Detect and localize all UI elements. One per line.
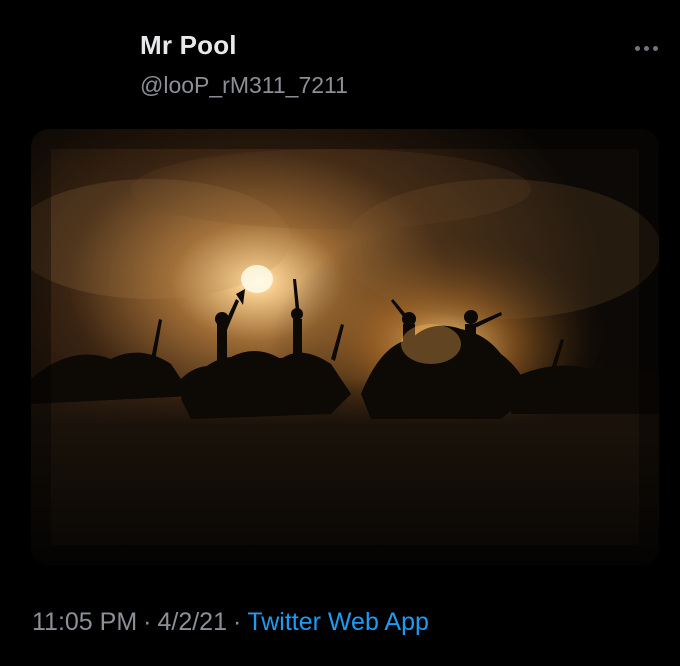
tweet-photo[interactable]: [31, 129, 659, 565]
meta-separator: ·: [143, 608, 152, 636]
author-handle[interactable]: @looP_rM311_7211: [140, 72, 348, 99]
author-name[interactable]: Mr Pool: [140, 30, 237, 61]
battle-silhouettes-image: [31, 129, 659, 565]
tweet-source-link[interactable]: Twitter Web App: [247, 608, 429, 636]
tweet-meta: 11:05 PM · 4/2/21 · Twitter Web App: [32, 608, 429, 637]
more-options-icon[interactable]: [628, 38, 664, 58]
tweet-date[interactable]: 4/2/21: [157, 608, 227, 636]
meta-separator: ·: [233, 608, 242, 636]
tweet-time[interactable]: 11:05 PM: [32, 608, 137, 636]
tweet: Mr Pool @looP_rM311_7211 11:05 PM · 4/2/…: [0, 0, 680, 666]
